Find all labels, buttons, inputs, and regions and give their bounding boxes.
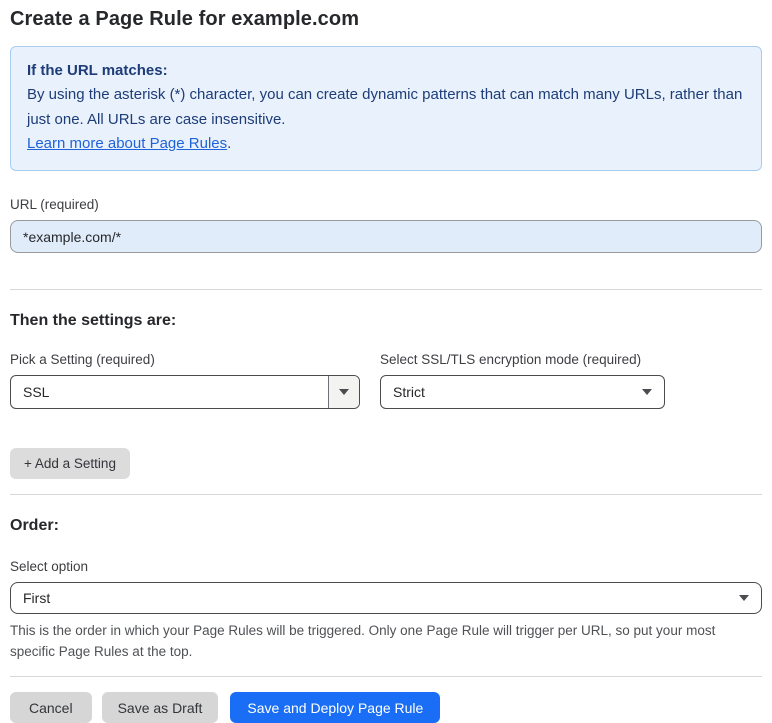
learn-more-link[interactable]: Learn more about Page Rules [27, 135, 227, 152]
footer-actions: Cancel Save as Draft Save and Deploy Pag… [10, 692, 762, 723]
chevron-down-icon [739, 595, 749, 602]
settings-section-heading: Then the settings are: [10, 312, 177, 330]
save-as-draft-button[interactable]: Save as Draft [101, 692, 219, 723]
settings-row: Pick a Setting (required) SSL Select SSL… [10, 352, 762, 410]
create-page-rule-form: Create a Page Rule for example.com If th… [0, 0, 772, 723]
url-match-info-box: If the URL matches: By using the asteris… [10, 46, 762, 172]
info-box-body: By using the asterisk (*) character, you… [27, 86, 743, 128]
order-selected-value: First [23, 590, 51, 607]
ssl-mode-select[interactable]: Strict [380, 375, 665, 410]
order-section-heading: Order: [10, 517, 59, 535]
chevron-down-icon [339, 389, 349, 396]
info-box-link-line: Learn more about Page Rules. [27, 132, 745, 156]
link-suffix: . [227, 134, 232, 152]
save-and-deploy-button[interactable]: Save and Deploy Page Rule [230, 692, 441, 723]
info-box-heading: If the URL matches: [27, 62, 168, 79]
cancel-button[interactable]: Cancel [10, 692, 92, 723]
pick-setting-select[interactable]: SSL [10, 375, 360, 410]
ssl-mode-field: Select SSL/TLS encryption mode (required… [380, 352, 665, 410]
divider [10, 494, 762, 496]
order-select[interactable]: First [10, 582, 762, 615]
divider [10, 676, 762, 678]
ssl-mode-selected-value: Strict [393, 384, 425, 401]
ssl-mode-label: Select SSL/TLS encryption mode (required… [380, 352, 642, 368]
url-field-label: URL (required) [10, 197, 99, 213]
pick-setting-selected-value: SSL [23, 384, 50, 401]
order-select-label: Select option [10, 559, 89, 575]
chevron-down-icon [642, 389, 652, 396]
add-setting-button[interactable]: + Add a Setting [10, 448, 130, 480]
order-helper-text: This is the order in which your Page Rul… [10, 623, 716, 660]
pick-setting-dropdown-button[interactable] [328, 376, 359, 409]
url-input[interactable] [10, 220, 762, 254]
pick-setting-field: Pick a Setting (required) SSL [10, 352, 360, 410]
pick-setting-label: Pick a Setting (required) [10, 352, 155, 368]
page-title: Create a Page Rule for example.com [10, 8, 360, 30]
divider [10, 289, 762, 291]
